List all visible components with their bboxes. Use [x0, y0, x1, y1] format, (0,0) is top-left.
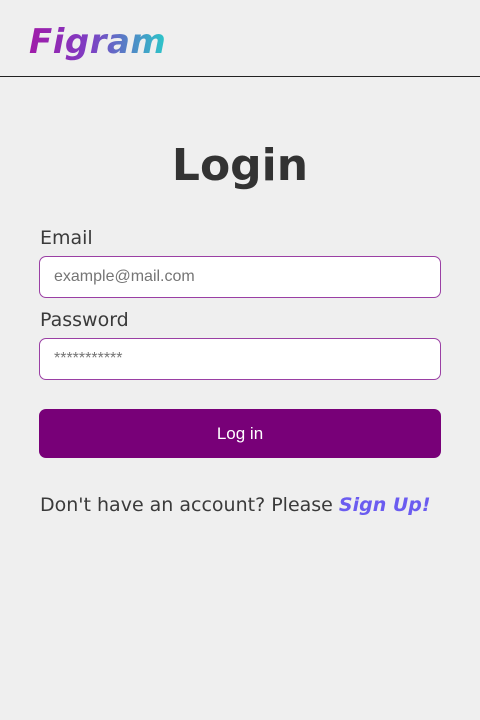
password-label: Password	[40, 309, 129, 331]
email-field[interactable]	[39, 256, 441, 298]
email-label: Email	[40, 227, 93, 249]
signup-prompt: Don't have an account? Please Sign Up!	[40, 492, 431, 518]
signup-prompt-text: Don't have an account? Please	[40, 494, 339, 516]
login-button[interactable]: Log in	[39, 409, 441, 458]
page-title: Login	[171, 140, 309, 191]
brand-logo[interactable]: Figram	[29, 20, 166, 64]
signup-link[interactable]: Sign Up!	[339, 494, 431, 516]
password-field[interactable]	[39, 338, 441, 380]
top-header: Figram	[0, 0, 480, 77]
